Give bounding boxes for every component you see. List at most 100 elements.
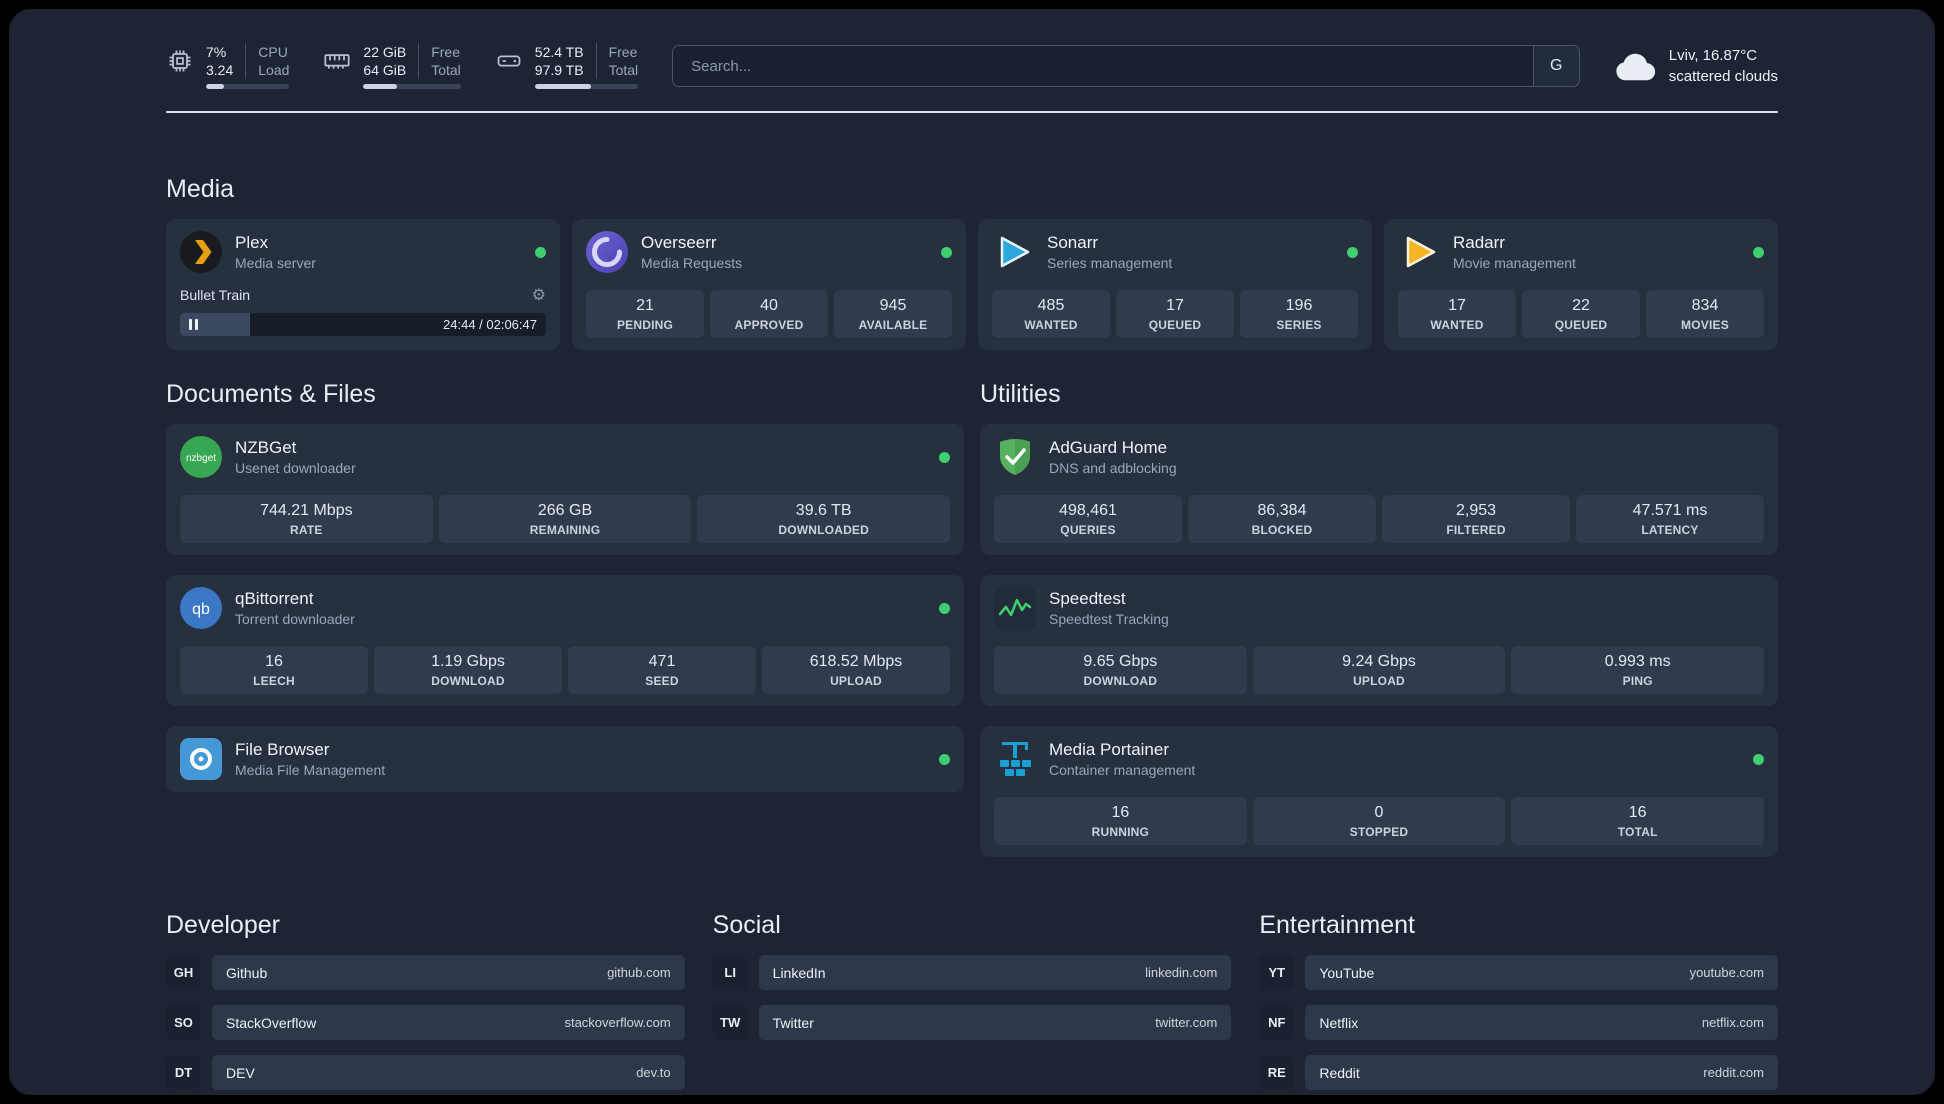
plex-icon [180, 231, 222, 274]
pause-icon[interactable] [189, 319, 198, 331]
stat-tile-queries: 498,461 QUERIES [994, 495, 1182, 544]
radarr-card[interactable]: Radarr Movie management 17 WANTED 22 QUE… [1384, 219, 1778, 351]
playback-progress-bar[interactable]: 24:44 / 02:06:47 [180, 313, 546, 337]
cpu-load-value: 3.24 [206, 62, 234, 79]
stat-tile-wanted: 17 WANTED [1398, 290, 1516, 339]
stat-tile-seed: 471 SEED [568, 646, 756, 695]
overseerr-card[interactable]: Overseerr Media Requests 21 PENDING 40 A… [572, 219, 966, 351]
bookmark-name: Reddit [1319, 1064, 1360, 1081]
social-bookmarks: Social LI LinkedIn linkedin.com TW Twitt… [712, 911, 1232, 1055]
now-playing-title: Bullet Train [180, 287, 251, 304]
disk-metric: 52.4 TB 97.9 TB Free Total [495, 43, 639, 90]
stat-tile-upload: 618.52 Mbps UPLOAD [762, 646, 950, 695]
weather-location: Lviv, 16.87°C [1668, 47, 1758, 65]
memory-free-value: 22 GiB [363, 44, 407, 60]
svg-text:qb: qb [192, 601, 210, 618]
overseerr-icon [586, 231, 628, 274]
app-name: NZBGet [235, 438, 297, 458]
bookmark-name: StackOverflow [226, 1014, 317, 1031]
app-subtitle: Movie management [1453, 255, 1576, 272]
cpu-usage-value: 7% [206, 44, 227, 60]
bookmark-url: linkedin.com [1145, 965, 1218, 981]
status-dot [1347, 246, 1358, 258]
bookmark-abbr: YT [1259, 955, 1295, 991]
memory-total-value: 64 GiB [363, 62, 407, 79]
bookmark-reddit[interactable]: RE Reddit reddit.com [1259, 1055, 1778, 1091]
stat-tile-total: 16 TOTAL [1511, 797, 1765, 846]
app-subtitle: Media server [235, 255, 316, 272]
app-subtitle: Media Requests [641, 255, 743, 272]
search-engine-button[interactable]: G [1532, 46, 1579, 87]
topbar: 7% 3.24 CPU Load 22 GiB 64 GiB Free Tota… [166, 9, 1778, 90]
status-dot [535, 246, 546, 258]
sonarr-card[interactable]: Sonarr Series management 485 WANTED 17 Q… [978, 219, 1372, 351]
bookmark-youtube[interactable]: YT YouTube youtube.com [1259, 955, 1778, 991]
playback-time: 24:44 / 02:06:47 [443, 317, 537, 333]
status-dot [1753, 753, 1764, 765]
status-dot [939, 602, 950, 614]
speedtest-card[interactable]: Speedtest Speedtest Tracking 9.65 Gbps D… [980, 575, 1778, 707]
status-dot [939, 753, 950, 765]
bookmark-netflix[interactable]: NF Netflix netflix.com [1259, 1005, 1778, 1041]
bookmark-abbr: DT [166, 1055, 201, 1091]
bookmark-stackoverflow[interactable]: SO StackOverflow stackoverflow.com [166, 1005, 685, 1041]
app-name: Radarr [1453, 233, 1505, 253]
bookmark-url: stackoverflow.com [564, 1015, 671, 1031]
qbittorrent-card[interactable]: qb qBittorrent Torrent downloader 16 LEE… [166, 575, 964, 707]
disk-free-value: 52.4 TB [534, 44, 584, 60]
stat-tile-rate: 744.21 Mbps RATE [180, 495, 433, 544]
memory-metric: 22 GiB 64 GiB Free Total [323, 43, 461, 90]
stat-tile-filtered: 2,953 FILTERED [1382, 495, 1570, 544]
disk-progress-bar [534, 84, 639, 90]
bookmark-linkedin[interactable]: LI LinkedIn linkedin.com [712, 955, 1232, 991]
gear-icon[interactable]: ⚙ [532, 285, 546, 305]
bookmark-dev[interactable]: DT DEV dev.to [166, 1055, 685, 1091]
cloud-icon [1614, 51, 1656, 81]
documents-section-title: Documents & Files [166, 380, 376, 409]
adguard-card[interactable]: AdGuard Home DNS and adblocking 498,461 … [980, 424, 1778, 556]
plex-card[interactable]: Plex Media server Bullet Train ⚙ 24:44 /… [166, 219, 560, 351]
cpu-progress-bar [206, 84, 290, 90]
developer-section-title: Developer [166, 911, 280, 940]
memory-progress-bar [363, 84, 461, 90]
bookmark-url: reddit.com [1703, 1065, 1764, 1081]
stat-tile-download: 9.65 Gbps DOWNLOAD [994, 646, 1247, 695]
app-subtitle: Series management [1047, 255, 1173, 272]
bookmark-abbr: SO [166, 1005, 201, 1041]
bookmark-twitter[interactable]: TW Twitter twitter.com [712, 1005, 1232, 1041]
cpu-metric: 7% 3.24 CPU Load [166, 43, 290, 90]
documents-section: Documents & Files nzbget NZBGet Usenet d… [166, 380, 964, 793]
bookmark-github[interactable]: GH Github github.com [166, 955, 685, 991]
portainer-card[interactable]: Media Portainer Container management 16 … [980, 726, 1778, 858]
sonarr-icon [992, 231, 1034, 273]
nzbget-card[interactable]: nzbget NZBGet Usenet downloader 744.21 M… [166, 424, 964, 556]
app-subtitle: Media File Management [235, 762, 386, 779]
app-subtitle: Usenet downloader [235, 460, 356, 477]
bookmark-abbr: GH [166, 955, 201, 991]
search-input[interactable] [673, 46, 1533, 87]
stat-tile-approved: 40 APPROVED [710, 290, 828, 339]
app-subtitle: Speedtest Tracking [1049, 611, 1169, 628]
stat-tile-queued: 22 QUEUED [1522, 290, 1640, 339]
utilities-section-title: Utilities [980, 380, 1061, 409]
app-name: AdGuard Home [1049, 438, 1168, 458]
app-name: Sonarr [1047, 233, 1099, 253]
bookmark-name: Github [226, 964, 268, 981]
app-name: Plex [235, 233, 269, 253]
app-name: qBittorrent [235, 589, 314, 609]
weather-condition: scattered clouds [1668, 68, 1778, 86]
app-subtitle: Torrent downloader [235, 611, 355, 628]
filebrowser-icon [180, 738, 222, 781]
nzbget-icon: nzbget [180, 436, 222, 479]
app-subtitle: DNS and adblocking [1049, 460, 1177, 477]
app-name: File Browser [235, 740, 330, 760]
topbar-divider [166, 111, 1778, 114]
radarr-icon [1398, 231, 1440, 273]
filebrowser-card[interactable]: File Browser Media File Management [166, 726, 964, 793]
disk-total-label: Total [608, 62, 639, 79]
stat-tile-blocked: 86,384 BLOCKED [1188, 495, 1376, 544]
stat-tile-stopped: 0 STOPPED [1252, 797, 1506, 846]
bookmark-url: github.com [607, 965, 671, 981]
stat-tile-downloaded: 39.6 TB DOWNLOADED [697, 495, 951, 544]
stat-tile-remaining: 266 GB REMAINING [438, 495, 692, 544]
